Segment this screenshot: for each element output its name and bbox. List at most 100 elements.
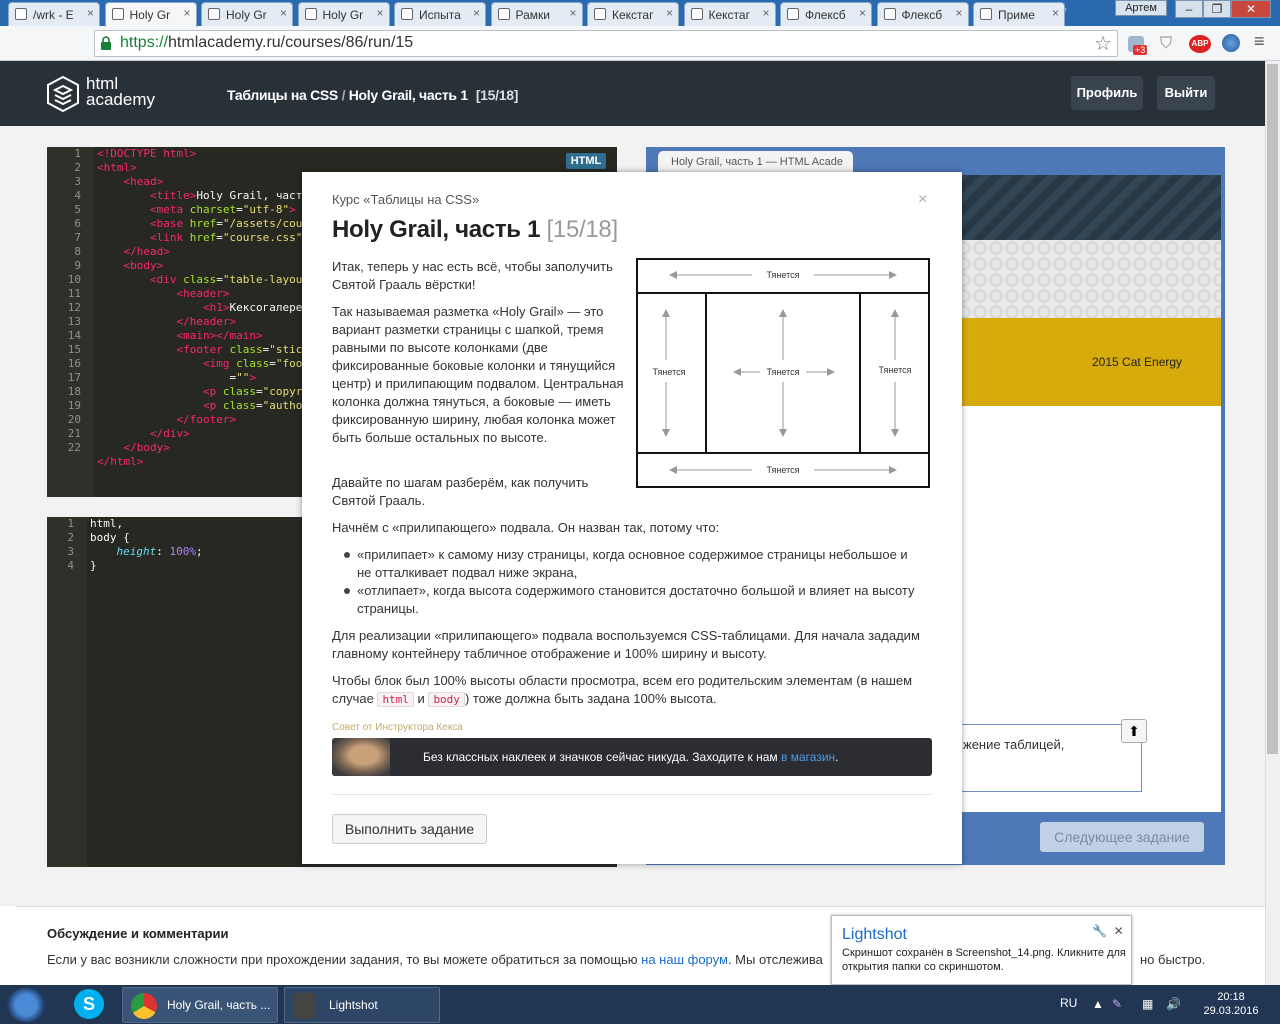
tab-close-icon[interactable]: ×	[280, 6, 287, 20]
tab-label: Holy Gr	[322, 8, 364, 22]
line-number: 4	[74, 189, 81, 202]
bullet-dot	[344, 588, 350, 594]
tab-close-icon[interactable]: ×	[762, 6, 769, 20]
tab-label: Holy Gr	[226, 8, 267, 22]
browser-tab[interactable]: Флексб ×	[876, 2, 969, 26]
collapse-up-icon[interactable]: ⬆	[1121, 719, 1147, 743]
scrollbar-thumb[interactable]	[1267, 64, 1278, 754]
browser-tab[interactable]: Кекстаг ×	[587, 2, 679, 26]
tab-label: Испыта	[419, 8, 461, 22]
bookmark-star-icon[interactable]: ☆	[1094, 31, 1112, 56]
tab-favicon-icon	[690, 8, 703, 20]
tab-favicon-icon	[208, 8, 220, 20]
bullet-dot	[344, 552, 350, 558]
line-number: 2	[74, 161, 81, 174]
modal-course-label: Курс «Таблицы на CSS»	[332, 192, 480, 207]
tab-favicon-icon	[304, 8, 317, 20]
start-task-button[interactable]: Выполнить задание	[332, 814, 487, 844]
site-logo-text[interactable]: html academy	[86, 75, 155, 108]
modal-list-item: «прилипает» к самому низу страницы, когд…	[357, 547, 908, 580]
tab-close-icon[interactable]: ×	[569, 6, 576, 20]
start-button[interactable]	[6, 988, 46, 1022]
line-number: 3	[74, 175, 81, 188]
settings-icon[interactable]: 🔧	[1092, 924, 1107, 938]
window-close-icon[interactable]: ✕	[1231, 0, 1271, 18]
browser-tab[interactable]: Испыта ×	[394, 2, 486, 26]
html-code: <!DOCTYPE html> <html> <head> <title>Hol…	[97, 147, 303, 468]
browser-tab[interactable]: /wrk - E ×	[8, 2, 100, 26]
globe-icon[interactable]	[1222, 34, 1240, 52]
chrome-icon	[131, 993, 157, 1019]
line-number: 15	[67, 343, 81, 356]
maximize-icon[interactable]: ❐	[1203, 0, 1231, 18]
forum-link[interactable]: на наш форум	[641, 952, 728, 967]
skype-icon[interactable]: S	[74, 989, 104, 1019]
line-number: 2	[67, 531, 74, 544]
browser-tab[interactable]: Holy Gr ×	[297, 2, 390, 26]
minimize-icon[interactable]: –	[1175, 0, 1203, 18]
lightshot-tray-icon[interactable]: ✎	[1112, 997, 1122, 1011]
shield-icon[interactable]: ⛉	[1160, 35, 1172, 53]
line-number: 20	[67, 413, 81, 426]
line-number: 5	[74, 203, 81, 216]
browser-tab[interactable]: Holy Gr ×	[201, 2, 293, 26]
menu-icon[interactable]: ≡	[1254, 32, 1265, 50]
tab-favicon-icon	[787, 8, 799, 20]
browser-tab[interactable]: Рамки ×	[490, 2, 583, 26]
tab-close-icon[interactable]: ×	[183, 6, 190, 20]
modal-paragraph: Итак, теперь у нас есть всё, чтобы запол…	[332, 259, 613, 292]
logout-button[interactable]: Выйти	[1157, 76, 1215, 110]
adblock-icon[interactable]: ABP	[1189, 35, 1211, 53]
browser-tab[interactable]: Флексб ×	[780, 2, 872, 26]
tab-close-icon[interactable]: ×	[87, 6, 94, 20]
tab-close-icon[interactable]: ×	[376, 6, 383, 20]
line-number: 4	[67, 559, 74, 572]
tab-label: Флексб	[901, 8, 943, 22]
diagram-label: Тянется	[653, 367, 686, 377]
tab-label: Флексб	[805, 8, 846, 22]
line-number: 1	[67, 517, 74, 530]
notification-message[interactable]: Скриншот сохранён в Screenshot_14.png. К…	[842, 946, 1127, 974]
modal-paragraph: Для реализации «прилипающего» подвала во…	[332, 628, 920, 661]
profile-switcher[interactable]: Артем	[1115, 0, 1167, 16]
academy-logo-icon[interactable]	[47, 76, 79, 112]
volume-icon[interactable]: 🔊	[1166, 997, 1181, 1011]
tab-label: Рамки	[515, 8, 550, 22]
modal-close-icon[interactable]: ×	[918, 191, 927, 209]
tab-label: Кекстаг	[612, 8, 654, 22]
clock[interactable]: 20:18 29.03.2016	[1200, 990, 1262, 1018]
line-number: 18	[67, 385, 81, 398]
taskbar-item-chrome[interactable]: Holy Grail, часть ...	[122, 987, 278, 1023]
notification-title: Lightshot	[842, 926, 907, 943]
url-text: https://htmlacademy.ru/courses/86/run/15	[120, 34, 414, 51]
discussion-heading: Обсуждение и комментарии	[47, 926, 229, 941]
tab-label: Holy Gr	[129, 8, 171, 22]
modal-paragraph: Чтобы блок был 100% высоты области просм…	[332, 673, 913, 707]
tab-favicon-icon	[980, 8, 992, 20]
shop-link[interactable]: в магазин	[781, 750, 835, 764]
tray-expand-icon[interactable]: ▲	[1092, 997, 1104, 1011]
course-link[interactable]: «Таблицы на CSS»	[363, 192, 479, 207]
tab-close-icon[interactable]: ×	[955, 6, 962, 20]
profile-button[interactable]: Профиль	[1071, 76, 1143, 110]
tab-close-icon[interactable]: ×	[666, 6, 673, 20]
extension-badge: +3	[1133, 45, 1148, 55]
browser-tab[interactable]: Кекстаг ×	[683, 2, 776, 26]
line-number: 1	[74, 147, 81, 160]
close-icon[interactable]: ✕	[1114, 924, 1124, 938]
taskbar-item-lightshot[interactable]: Lightshot	[284, 987, 440, 1023]
tab-close-icon[interactable]: ×	[1052, 6, 1059, 20]
line-numbers: 1 2 3 4 5 6 7 8 9 10 11 12 13 14 15 16 17 18 19 20 21 22	[47, 147, 94, 497]
tab-close-icon[interactable]: ×	[473, 6, 480, 20]
network-icon[interactable]: ▦	[1142, 997, 1153, 1011]
css-code: html, body { height: 100%; }	[90, 517, 203, 572]
next-task-button[interactable]: Следующее задание	[1040, 822, 1204, 852]
task-text-box: жение таблицей,	[952, 724, 1142, 792]
breadcrumb-course-link[interactable]: Таблицы на CSS	[227, 87, 338, 103]
browser-tab[interactable]: Приме ×	[973, 2, 1065, 26]
lightshot-icon	[293, 993, 315, 1019]
diagram-label: Тянется	[879, 365, 912, 375]
browser-tab[interactable]: Holy Gr ×	[104, 2, 197, 27]
tab-close-icon[interactable]: ×	[859, 6, 866, 20]
language-indicator[interactable]: RU	[1060, 996, 1077, 1010]
